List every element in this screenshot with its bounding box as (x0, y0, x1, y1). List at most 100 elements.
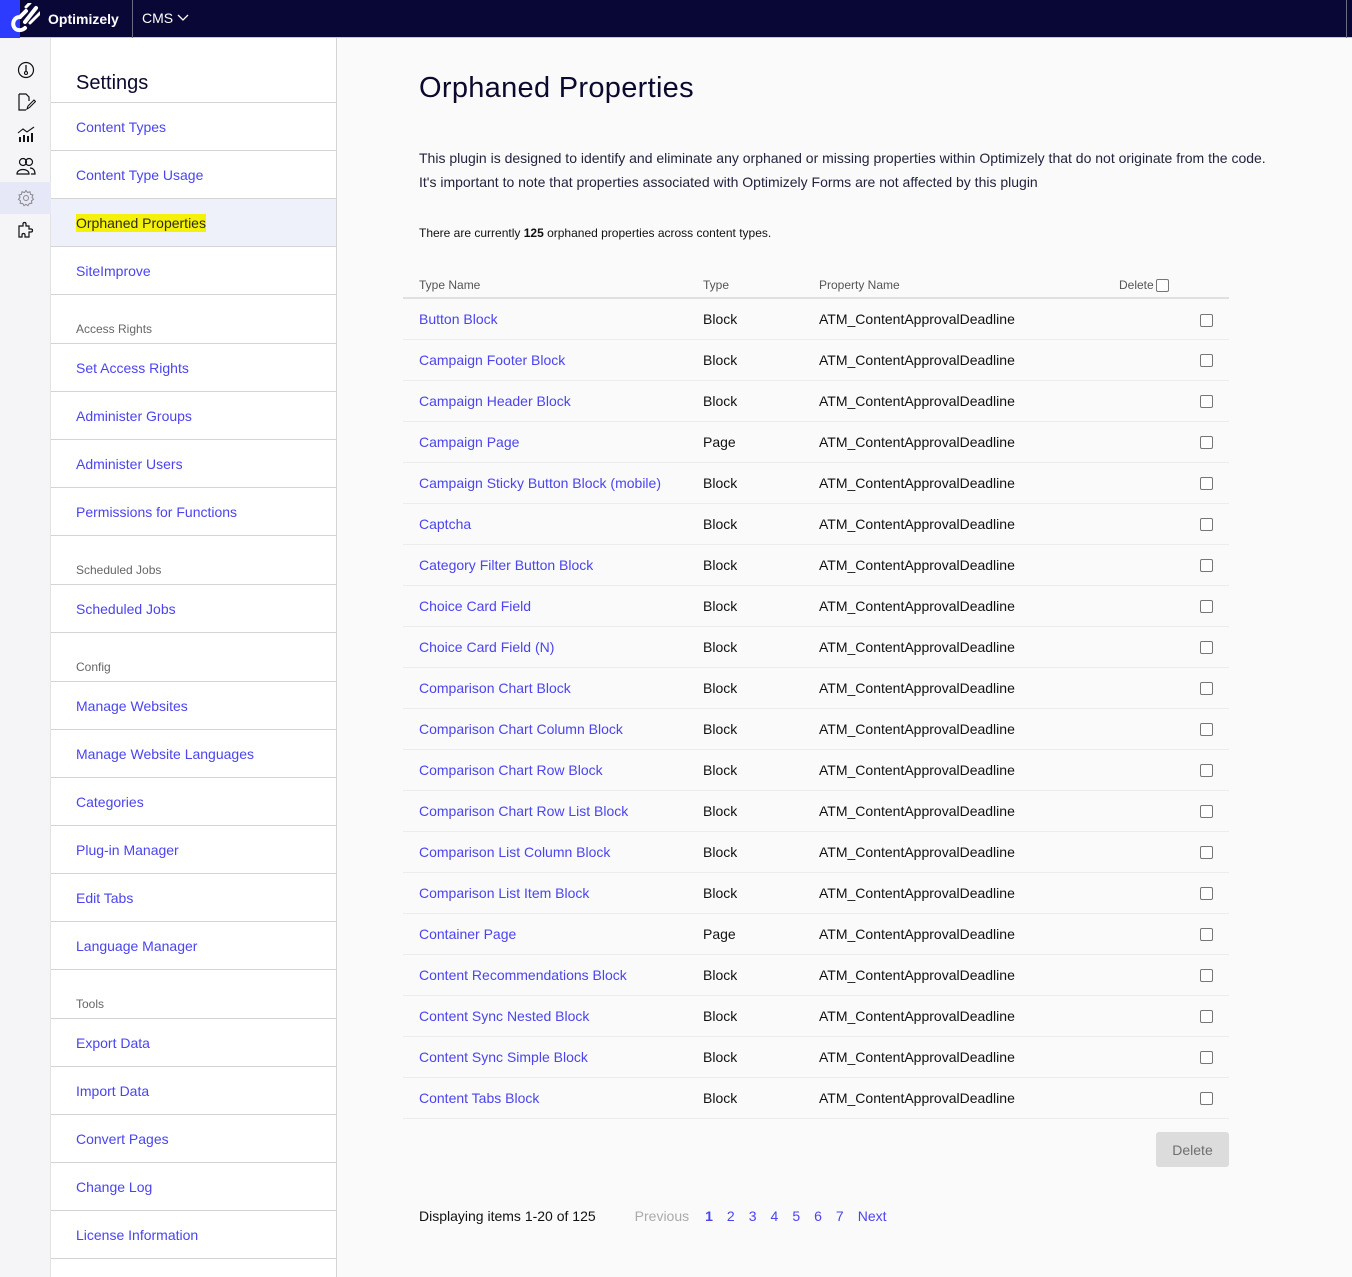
row-delete-checkbox[interactable] (1200, 928, 1213, 942)
cell-delete (1119, 667, 1229, 709)
sidebar-item-edit-tabs[interactable]: Edit Tabs (51, 874, 336, 922)
sidebar-item-license-information[interactable]: License Information (51, 1211, 336, 1259)
type-name-link[interactable]: Category Filter Button Block (419, 557, 593, 573)
type-name-link[interactable]: Comparison List Column Block (419, 844, 610, 860)
sidebar-item-set-access-rights[interactable]: Set Access Rights (51, 344, 336, 392)
type-name-link[interactable]: Comparison Chart Column Block (419, 721, 623, 737)
page-title: Orphaned Properties (419, 72, 694, 104)
type-name-link[interactable]: Campaign Sticky Button Block (mobile) (419, 475, 661, 491)
sidebar-item-administer-groups[interactable]: Administer Groups (51, 392, 336, 440)
row-delete-checkbox[interactable] (1200, 600, 1213, 614)
rail-users[interactable] (0, 150, 51, 182)
cell-delete (1119, 339, 1229, 381)
sidebar-item-manage-website-languages[interactable]: Manage Website Languages (51, 730, 336, 778)
row-delete-checkbox[interactable] (1200, 518, 1213, 532)
row-delete-checkbox[interactable] (1200, 1051, 1213, 1065)
row-delete-checkbox[interactable] (1200, 559, 1213, 573)
page-link-5[interactable]: 5 (792, 1208, 800, 1224)
type-name-link[interactable]: Comparison Chart Row Block (419, 762, 603, 778)
sidebar-item-manage-websites[interactable]: Manage Websites (51, 682, 336, 730)
row-delete-checkbox[interactable] (1200, 395, 1213, 409)
sidebar-item-permissions-for-functions[interactable]: Permissions for Functions (51, 488, 336, 536)
sidebar-item-label: Edit Tabs (76, 889, 134, 906)
cell-type: Page (703, 913, 819, 955)
rail-analytics[interactable] (0, 118, 51, 150)
cell-type: Block (703, 585, 819, 627)
type-name-link[interactable]: Button Block (419, 311, 498, 327)
select-all-checkbox[interactable] (1155, 279, 1169, 292)
sidebar-item-content-types[interactable]: Content Types (51, 103, 336, 151)
row-delete-checkbox[interactable] (1200, 477, 1213, 491)
page-link-1[interactable]: 1 (705, 1208, 713, 1224)
sidebar-item-import-data[interactable]: Import Data (51, 1067, 336, 1115)
sidebar-item-change-log[interactable]: Change Log (51, 1163, 336, 1211)
row-delete-checkbox[interactable] (1200, 1092, 1213, 1106)
table-row: Comparison Chart Column Block Block ATM_Co… (403, 708, 1229, 750)
row-delete-checkbox[interactable] (1200, 354, 1213, 368)
row-delete-checkbox[interactable] (1200, 723, 1213, 737)
type-name-link[interactable]: Comparison Chart Block (419, 680, 571, 696)
sidebar-section-header: Config (51, 633, 336, 682)
page-link-7[interactable]: 7 (836, 1208, 844, 1224)
table-row: Category Filter Button Block Block ATM_Con… (403, 544, 1229, 586)
sidebar-item-plug-in-manager[interactable]: Plug-in Manager (51, 826, 336, 874)
cell-type: Page (703, 421, 819, 463)
sidebar-item-label: SiteImprove (76, 262, 151, 279)
row-delete-checkbox[interactable] (1200, 805, 1213, 819)
rail-addons[interactable] (0, 214, 51, 246)
row-delete-checkbox[interactable] (1200, 846, 1213, 860)
rail-edit[interactable] (0, 86, 51, 118)
row-delete-checkbox[interactable] (1200, 641, 1213, 655)
optimizely-logo-icon[interactable] (6, 3, 40, 35)
sidebar-item-siteimprove[interactable]: SiteImprove (51, 247, 336, 295)
type-name-link[interactable]: Content Sync Simple Block (419, 1049, 588, 1065)
rail-dashboard[interactable] (0, 54, 51, 86)
row-delete-checkbox[interactable] (1200, 436, 1213, 450)
type-name-link[interactable]: Comparison Chart Row List Block (419, 803, 628, 819)
type-name-link[interactable]: Choice Card Field (419, 598, 531, 614)
cell-delete (1119, 1036, 1229, 1078)
sidebar-section-header: Access Rights (51, 295, 336, 344)
description-line-2: It's important to note that properties a… (419, 174, 1038, 190)
type-name-link[interactable]: Captcha (419, 516, 471, 532)
sidebar-item-language-manager[interactable]: Language Manager (51, 922, 336, 970)
product-switcher[interactable]: CMS (142, 10, 189, 26)
row-delete-checkbox[interactable] (1200, 1010, 1213, 1024)
type-name-link[interactable]: Container Page (419, 926, 516, 942)
type-name-link[interactable]: Campaign Header Block (419, 393, 571, 409)
page-link-4[interactable]: 4 (771, 1208, 779, 1224)
row-delete-checkbox[interactable] (1200, 764, 1213, 778)
page-link-3[interactable]: 3 (749, 1208, 757, 1224)
page-link-6[interactable]: 6 (814, 1208, 822, 1224)
sidebar-item-scheduled-jobs[interactable]: Scheduled Jobs (51, 585, 336, 633)
sidebar-item-label: Categories (76, 793, 144, 810)
cell-property-name: ATM_ContentApprovalDeadline (819, 667, 1119, 709)
type-name-link[interactable]: Comparison List Item Block (419, 885, 589, 901)
sidebar-item-content-type-usage[interactable]: Content Type Usage (51, 151, 336, 199)
cell-type-name: Choice Card Field (N) (403, 626, 703, 668)
sidebar-item-orphaned-properties[interactable]: Orphaned Properties (51, 199, 336, 247)
sidebar-item-label: Administer Users (76, 455, 183, 472)
sidebar-item-export-data[interactable]: Export Data (51, 1019, 336, 1067)
sidebar-item-label: Scheduled Jobs (76, 600, 176, 617)
row-delete-checkbox[interactable] (1200, 682, 1213, 696)
cell-property-name: ATM_ContentApprovalDeadline (819, 585, 1119, 627)
type-name-link[interactable]: Content Recommendations Block (419, 967, 627, 983)
type-name-link[interactable]: Choice Card Field (N) (419, 639, 554, 655)
page-link-2[interactable]: 2 (727, 1208, 735, 1224)
sidebar-item-convert-pages[interactable]: Convert Pages (51, 1115, 336, 1163)
type-name-link[interactable]: Content Sync Nested Block (419, 1008, 589, 1024)
next-page-link[interactable]: Next (858, 1208, 887, 1224)
type-name-link[interactable]: Content Tabs Block (419, 1090, 539, 1106)
row-delete-checkbox[interactable] (1200, 313, 1213, 327)
row-delete-checkbox[interactable] (1200, 969, 1213, 983)
sidebar-item-label: Change Log (76, 1178, 153, 1195)
type-name-link[interactable]: Campaign Page (419, 434, 519, 450)
sidebar-item-administer-users[interactable]: Administer Users (51, 440, 336, 488)
rail-settings[interactable] (0, 182, 51, 214)
row-delete-checkbox[interactable] (1200, 887, 1213, 901)
type-name-link[interactable]: Campaign Footer Block (419, 352, 565, 368)
delete-button[interactable]: Delete (1156, 1132, 1229, 1167)
cell-type-name: Campaign Page (403, 421, 703, 463)
sidebar-item-categories[interactable]: Categories (51, 778, 336, 826)
